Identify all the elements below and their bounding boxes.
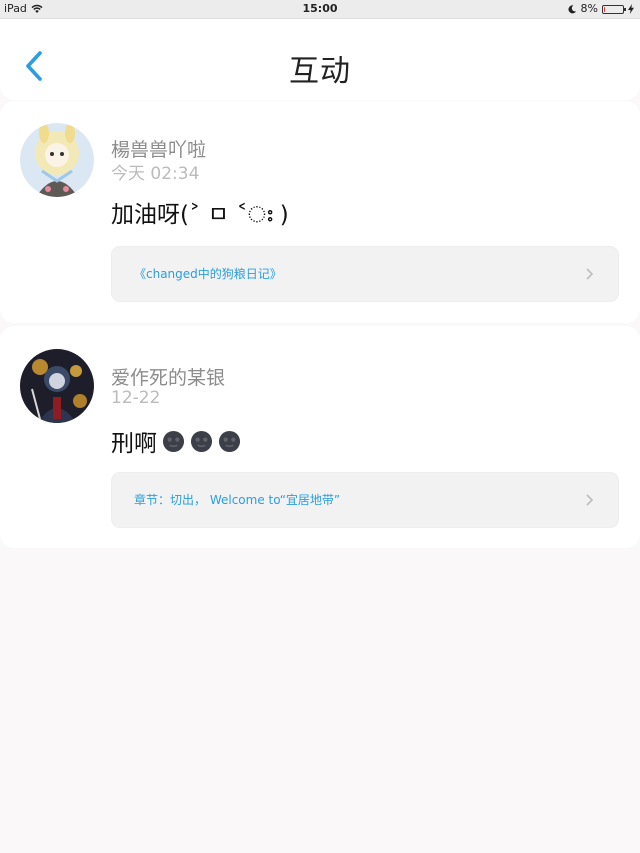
battery-percent: 8% [580, 2, 598, 15]
chapter-link[interactable]: 《changed中的狗粮日记》 [111, 246, 619, 302]
avatar[interactable] [20, 349, 94, 423]
chevron-right-icon [586, 494, 594, 506]
avatar[interactable] [20, 123, 94, 197]
status-right: 8% [568, 0, 634, 18]
chevron-right-icon [586, 268, 594, 280]
new-moon-face-icon [162, 430, 185, 452]
chapter-link[interactable]: 章节：切出， Welcome to“宜居地带” [111, 472, 619, 528]
comment-list: 楊兽兽吖啦 今天 02:34 加油呀(˃ ㅁ ˂ഃ ) 《changed中的狗粮… [0, 101, 640, 548]
chapter-link-text: 章节：切出， Welcome to“宜居地带” [134, 493, 341, 507]
comment-card: 楊兽兽吖啦 今天 02:34 加油呀(˃ ㅁ ˂ഃ ) 《changed中的狗粮… [0, 101, 640, 323]
charging-bolt-icon [628, 4, 634, 14]
comment-text: 加油呀(˃ ㅁ ˂ഃ ) [111, 195, 289, 229]
comment-text-body: 刑啊 [111, 431, 157, 457]
status-bar: iPad 15:00 8% [0, 0, 640, 19]
nav-bar: 互动 [0, 19, 640, 100]
new-moon-face-icon [218, 430, 241, 452]
comment-time: 今天 02:34 [111, 164, 200, 184]
moon-icon [568, 5, 576, 14]
comment-text-body: 加油呀(˃ ㅁ ˂ഃ ) [111, 202, 289, 228]
avatar-image [20, 123, 94, 197]
chapter-link-text: 《changed中的狗粮日记》 [134, 267, 282, 281]
comment-card: 爱作死的某银 12-22 刑啊 章节：切出， Welcome to“宜居地带” [0, 326, 640, 548]
battery-icon [602, 4, 626, 14]
avatar-image [20, 349, 94, 423]
page-title: 互动 [289, 54, 351, 89]
new-moon-face-icon [190, 430, 213, 452]
comment-time: 12-22 [111, 388, 161, 408]
username[interactable]: 楊兽兽吖啦 [111, 135, 206, 162]
comment-text: 刑啊 [111, 424, 241, 458]
status-time: 15:00 [302, 2, 338, 15]
username[interactable]: 爱作死的某银 [111, 363, 225, 390]
